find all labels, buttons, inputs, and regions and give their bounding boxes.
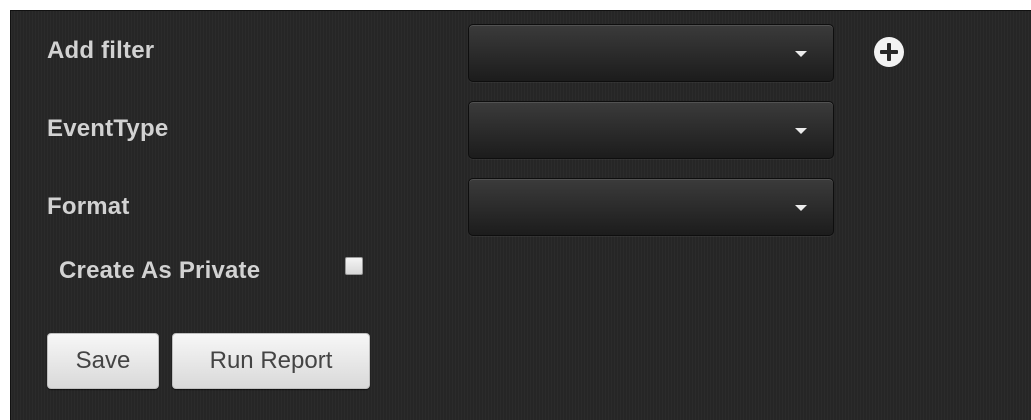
format-select[interactable] xyxy=(468,178,834,236)
caret-down-icon xyxy=(795,205,807,211)
add-filter-label: Add filter xyxy=(47,37,155,64)
create-as-private-label: Create As Private xyxy=(59,257,261,284)
format-label: Format xyxy=(47,193,130,220)
create-as-private-checkbox[interactable] xyxy=(345,257,363,275)
caret-down-icon xyxy=(795,51,807,57)
report-form-panel: Add filter EventType Format Create As Pr… xyxy=(10,10,1031,420)
run-report-button[interactable]: Run Report xyxy=(172,333,370,389)
event-type-label: EventType xyxy=(47,115,169,142)
plus-circle-icon[interactable] xyxy=(874,37,904,67)
event-type-select[interactable] xyxy=(468,101,834,159)
caret-down-icon xyxy=(795,128,807,134)
save-button[interactable]: Save xyxy=(47,333,159,389)
add-filter-select[interactable] xyxy=(468,24,834,82)
